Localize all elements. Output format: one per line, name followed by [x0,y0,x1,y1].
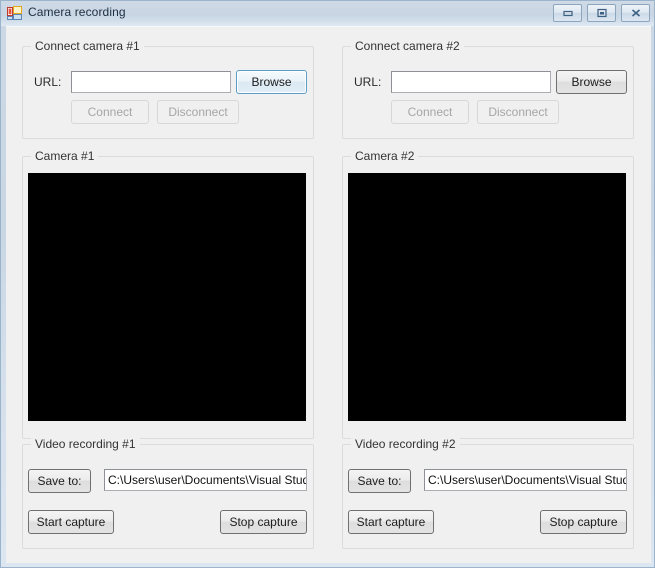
minimize-icon [562,10,573,17]
group-connect-camera-2: Connect camera #2 URL: Browse Connect Di… [342,39,634,139]
save-to-button-2[interactable]: Save to: [348,469,411,493]
group-body [22,156,314,439]
start-capture-button-1[interactable]: Start capture [28,510,114,534]
disconnect-button-1[interactable]: Disconnect [157,100,239,124]
disconnect-button-2[interactable]: Disconnect [477,100,559,124]
title-bar[interactable]: Camera recording [1,1,654,26]
group-body: URL: Browse Connect Disconnect [342,46,634,139]
stop-capture-button-2[interactable]: Stop capture [540,510,627,534]
group-title-connect-camera-2: Connect camera #2 [351,39,464,53]
group-title-connect-camera-1: Connect camera #1 [31,39,144,53]
group-title-video-recording-1: Video recording #1 [31,437,140,451]
connect-button-2[interactable]: Connect [391,100,469,124]
group-body [342,156,634,439]
window-title: Camera recording [28,5,126,19]
maximize-button[interactable] [587,4,616,22]
group-body: Save to: C:\Users\user\Documents\Visual … [22,444,314,549]
save-to-button-1[interactable]: Save to: [28,469,91,493]
connect-button-1[interactable]: Connect [71,100,149,124]
group-video-recording-2: Video recording #2 Save to: C:\Users\use… [342,437,634,549]
save-path-input-1[interactable]: C:\Users\user\Documents\Visual Studio 2 [104,469,307,491]
group-body: URL: Browse Connect Disconnect [22,46,314,139]
save-path-input-2[interactable]: C:\Users\user\Documents\Visual Studio [424,469,627,491]
close-icon [631,9,640,17]
winforms-app-icon [7,6,23,21]
group-title-camera-2: Camera #2 [351,149,419,163]
video-display-1[interactable] [28,173,306,421]
client-area: Connect camera #1 URL: Browse Connect Di… [6,26,651,563]
url-input-2[interactable] [391,71,551,93]
url-label-1: URL: [34,75,62,89]
browse-button-1[interactable]: Browse [236,70,307,94]
url-label-2: URL: [354,75,382,89]
browse-button-2[interactable]: Browse [556,70,627,94]
group-connect-camera-1: Connect camera #1 URL: Browse Connect Di… [22,39,314,139]
application-window: Camera recording Connect camera #1 URL: … [0,0,655,568]
close-button[interactable] [621,4,650,22]
maximize-icon [596,8,607,18]
group-camera-1: Camera #1 [22,149,314,439]
group-video-recording-1: Video recording #1 Save to: C:\Users\use… [22,437,314,549]
url-input-1[interactable] [71,71,231,93]
stop-capture-button-1[interactable]: Stop capture [220,510,307,534]
group-title-video-recording-2: Video recording #2 [351,437,460,451]
group-body: Save to: C:\Users\user\Documents\Visual … [342,444,634,549]
group-title-camera-1: Camera #1 [31,149,99,163]
group-camera-2: Camera #2 [342,149,634,439]
window-controls [553,4,650,22]
minimize-button[interactable] [553,4,582,22]
start-capture-button-2[interactable]: Start capture [348,510,434,534]
video-display-2[interactable] [348,173,626,421]
